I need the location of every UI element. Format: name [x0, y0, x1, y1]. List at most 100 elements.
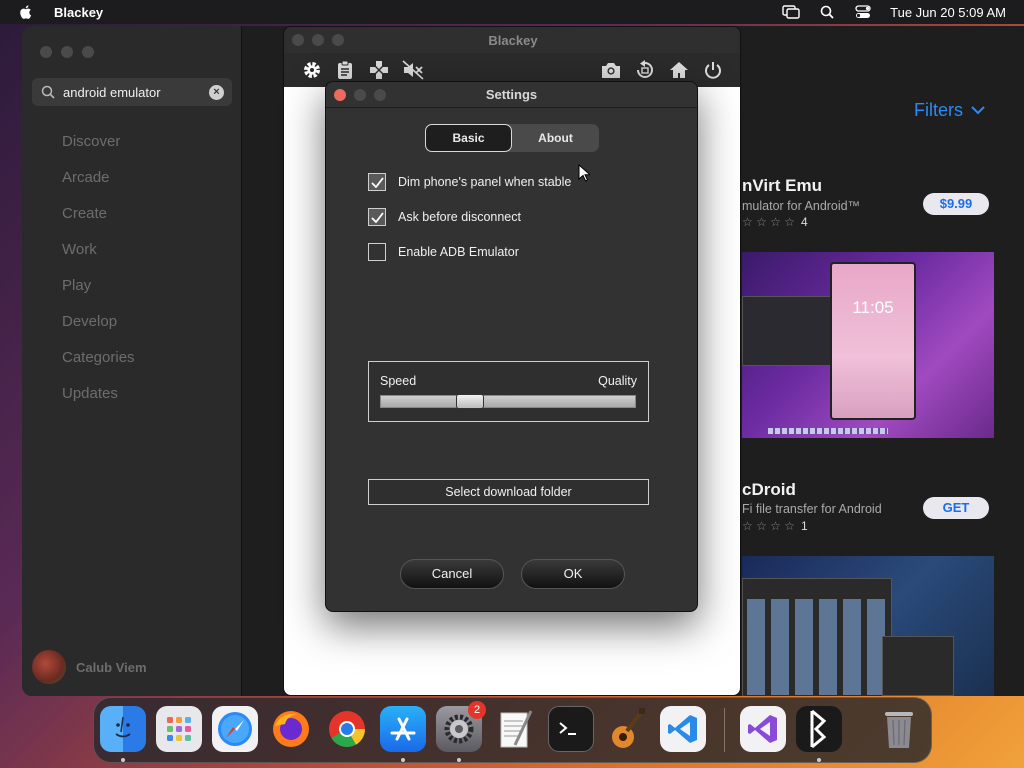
sidebar-item-work[interactable]: Work	[62, 238, 135, 274]
safari-icon[interactable]	[212, 706, 258, 752]
system-settings-icon[interactable]: 2	[436, 701, 486, 752]
menu-bar: Blackey Tue Jun 20 5:09 AM	[0, 0, 1024, 24]
sidebar-item-play[interactable]: Play	[62, 274, 135, 310]
power-icon[interactable]	[702, 59, 724, 81]
speed-quality-slider[interactable]	[380, 394, 636, 409]
clear-search-icon[interactable]: ×	[209, 85, 224, 100]
garageband-icon[interactable]	[604, 706, 650, 752]
option-label: Dim phone's panel when stable	[398, 175, 572, 189]
get-button[interactable]: GET	[923, 497, 989, 519]
dialog-title: Settings	[485, 87, 538, 102]
avatar	[32, 650, 66, 684]
filters-button[interactable]: Filters	[914, 100, 985, 121]
checkmark-icon	[370, 211, 384, 223]
camera-icon[interactable]	[600, 59, 622, 81]
result-rating: ☆ ☆ ☆ ☆ 1	[742, 519, 808, 533]
sidebar-item-updates[interactable]: Updates	[62, 382, 135, 418]
sidebar-item-create[interactable]: Create	[62, 202, 135, 238]
spotlight-search-icon[interactable]	[818, 5, 836, 19]
screenshot-side-panel	[882, 636, 954, 696]
tab-basic[interactable]: Basic	[425, 124, 512, 152]
account-button[interactable]: Calub Viem	[32, 650, 147, 684]
sidebar-item-develop[interactable]: Develop	[62, 310, 135, 346]
dock-separator	[724, 708, 725, 752]
screenshot-window	[742, 578, 892, 696]
clipboard-icon[interactable]	[334, 59, 356, 81]
chrome-icon[interactable]	[324, 706, 370, 752]
speed-label: Speed	[380, 374, 417, 388]
result-title[interactable]: cDroid	[742, 480, 796, 500]
option-ask-disconnect[interactable]: Ask before disconnect	[368, 208, 521, 226]
ask-disconnect-checkbox[interactable]	[368, 208, 386, 226]
adb-emulator-checkbox[interactable]	[368, 243, 386, 261]
menu-app-name[interactable]: Blackey	[54, 5, 103, 20]
search-field[interactable]: android emulator ×	[32, 78, 232, 106]
speed-quality-group: Speed Quality	[368, 361, 649, 422]
app-store-sidebar: android emulator × Discover Arcade Creat…	[22, 26, 242, 696]
textedit-icon[interactable]	[492, 706, 538, 752]
star-rating-icon: ☆ ☆ ☆ ☆	[742, 519, 796, 533]
launchpad-icon[interactable]	[156, 706, 202, 752]
rating-count: 1	[801, 519, 808, 533]
terminal-icon[interactable]	[548, 706, 594, 752]
chevron-down-icon	[971, 106, 985, 115]
settings-dialog: Settings Basic About Dim phone's panel w…	[325, 81, 698, 612]
search-input[interactable]: android emulator	[63, 85, 161, 100]
visual-studio-icon[interactable]	[740, 706, 786, 752]
vscode-icon[interactable]	[660, 706, 706, 752]
sidebar-nav: Discover Arcade Create Work Play Develop…	[62, 130, 135, 418]
running-indicator	[121, 758, 125, 762]
option-adb-emulator[interactable]: Enable ADB Emulator	[368, 243, 519, 261]
sidebar-item-discover[interactable]: Discover	[62, 130, 135, 166]
firefox-icon[interactable]	[268, 706, 314, 752]
screenshot-dock	[768, 428, 888, 434]
window-controls	[40, 46, 94, 58]
home-icon[interactable]	[668, 59, 690, 81]
sidebar-item-arcade[interactable]: Arcade	[62, 166, 135, 202]
option-dim-panel[interactable]: Dim phone's panel when stable	[368, 173, 571, 191]
star-rating-icon: ☆ ☆ ☆ ☆	[742, 215, 796, 229]
sidebar-item-categories[interactable]: Categories	[62, 346, 135, 382]
finder-icon[interactable]	[100, 706, 146, 752]
blackey-app-icon[interactable]	[796, 706, 842, 752]
result-subtitle: Fi file transfer for Android	[742, 502, 882, 516]
option-label: Ask before disconnect	[398, 210, 521, 224]
menu-clock[interactable]: Tue Jun 20 5:09 AM	[890, 5, 1006, 20]
mouse-cursor-icon	[578, 164, 590, 182]
screenshot-panel	[742, 296, 832, 366]
rotate-icon[interactable]	[634, 59, 656, 81]
result-subtitle: mulator for Android™	[742, 199, 861, 213]
close-button[interactable]	[40, 46, 52, 58]
slider-thumb[interactable]	[455, 394, 484, 409]
running-indicator	[817, 758, 821, 762]
minimize-button[interactable]	[61, 46, 73, 58]
ok-button[interactable]: OK	[521, 559, 625, 589]
screen-mirroring-icon[interactable]	[782, 5, 800, 19]
apple-logo-icon[interactable]	[18, 4, 32, 20]
cancel-button[interactable]: Cancel	[400, 559, 504, 589]
filters-label: Filters	[914, 100, 963, 120]
tab-about[interactable]: About	[512, 124, 599, 152]
price-button[interactable]: $9.99	[923, 193, 989, 215]
screenshot-clock: 11:05	[852, 298, 894, 317]
rating-count: 4	[801, 215, 808, 229]
app-screenshot[interactable]: 11:05	[742, 252, 994, 438]
dock: 2	[93, 697, 932, 763]
window-title: Blackey	[488, 33, 538, 48]
result-title[interactable]: nVirt Emu	[742, 176, 822, 196]
select-download-folder-button[interactable]: Select download folder	[368, 479, 649, 505]
app-screenshot[interactable]	[742, 556, 994, 696]
gamepad-icon[interactable]	[368, 59, 390, 81]
search-icon	[41, 85, 55, 99]
zoom-button[interactable]	[82, 46, 94, 58]
user-name: Calub Viem	[76, 659, 147, 675]
dim-panel-checkbox[interactable]	[368, 173, 386, 191]
running-indicator	[457, 758, 461, 762]
control-center-icon[interactable]	[854, 5, 872, 19]
trash-icon[interactable]	[876, 706, 922, 752]
gear-icon[interactable]	[301, 59, 323, 81]
running-indicator	[401, 758, 405, 762]
screenshot-phone: 11:05	[830, 262, 916, 420]
app-store-icon[interactable]	[380, 706, 426, 752]
speaker-muted-icon[interactable]	[402, 59, 424, 81]
